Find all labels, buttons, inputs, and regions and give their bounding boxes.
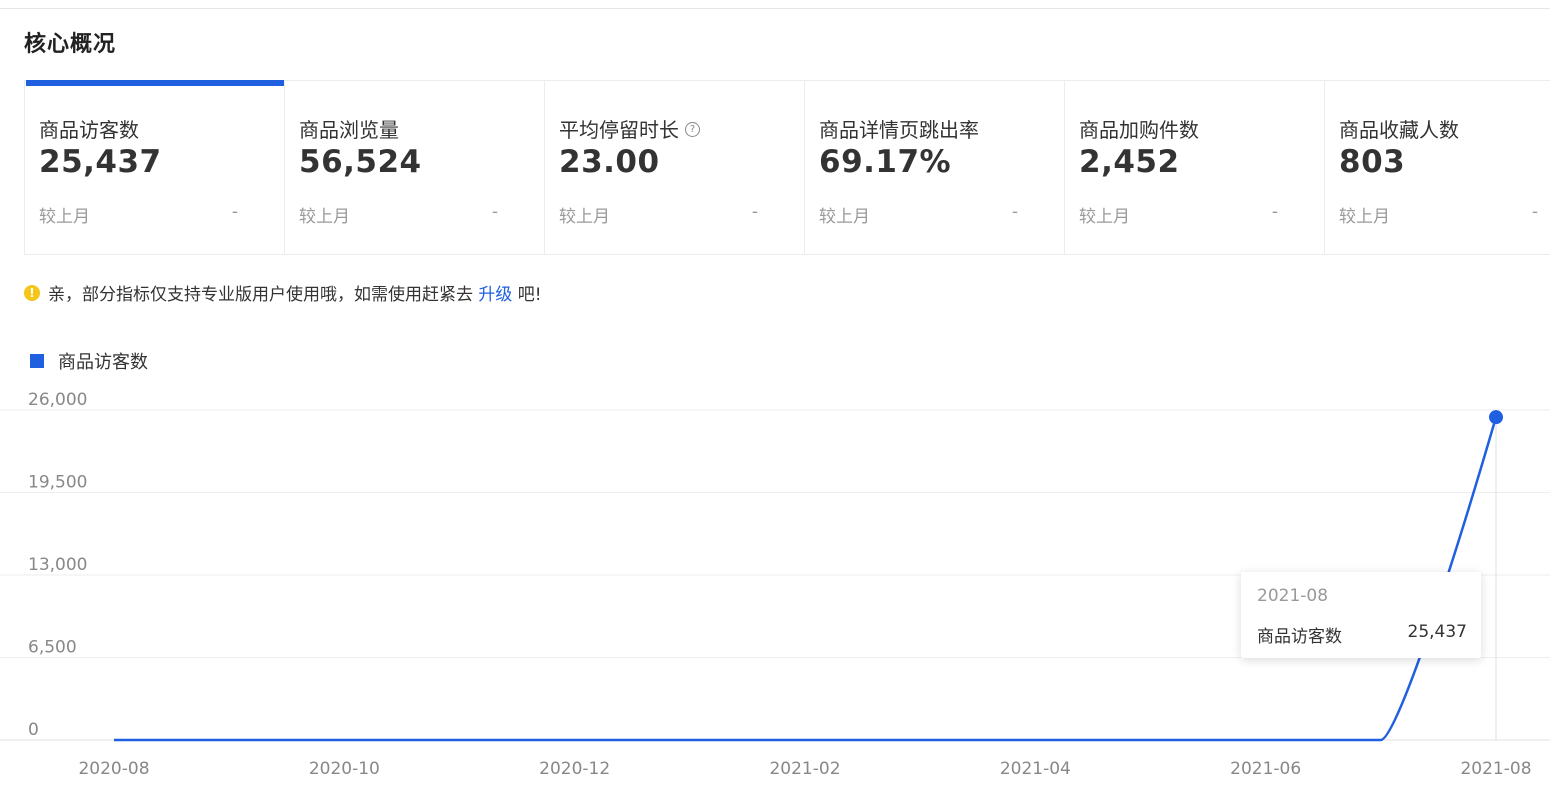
metric-compare-value: - [491, 202, 498, 222]
tooltip-value: 25,437 [1407, 622, 1467, 642]
metric-label: 商品浏览量 [299, 118, 399, 142]
metric-value: 69.17% [819, 144, 952, 180]
x-tick-label: 2021-02 [769, 759, 840, 779]
notice-text-end: 吧! [512, 285, 542, 305]
metric-compare-label: 较上月 [819, 207, 870, 227]
x-tick-label: 2020-12 [539, 759, 610, 779]
metric-card-bounce-rate[interactable]: 商品详情页跳出率 69.17% 较上月 - [804, 80, 1064, 255]
metric-label: 平均停留时长? [559, 114, 700, 143]
metric-value: 23.00 [559, 144, 660, 180]
metric-card-pageviews[interactable]: 商品浏览量 56,524 较上月 - [284, 80, 544, 255]
metric-card-avg-stay[interactable]: 平均停留时长? 23.00 较上月 - [544, 80, 804, 255]
metric-compare-label: 较上月 [299, 207, 350, 227]
metric-compare-label: 较上月 [1339, 207, 1390, 227]
y-tick-label: 19,500 [28, 473, 87, 493]
tooltip-series-name: 商品访客数 [1257, 627, 1342, 647]
legend-swatch [30, 354, 44, 368]
y-tick-label: 0 [28, 720, 39, 740]
tooltip-date: 2021-08 [1257, 586, 1329, 606]
metric-compare-label: 较上月 [39, 207, 90, 227]
chart-tooltip: 2021-08 商品访客数 25,437 [1241, 572, 1481, 658]
x-tick-label: 2020-08 [78, 759, 149, 779]
upgrade-link[interactable]: 升级 [478, 285, 512, 305]
active-indicator [26, 80, 285, 86]
metric-label: 商品访客数 [39, 118, 139, 142]
metric-compare-label: 较上月 [1079, 207, 1130, 227]
top-divider [0, 8, 1550, 9]
metric-cards: 商品访客数 25,437 较上月 - 商品浏览量 56,524 较上月 - 平均… [24, 80, 1550, 256]
metric-compare-value: - [1011, 202, 1018, 222]
warning-circle-icon: ! [24, 285, 40, 301]
x-tick-label: 2021-04 [1000, 759, 1071, 779]
metric-label: 商品收藏人数 [1339, 118, 1459, 142]
data-point [1489, 410, 1503, 425]
metric-card-visitors[interactable]: 商品访客数 25,437 较上月 - [24, 80, 285, 255]
metric-compare-value: - [751, 202, 758, 222]
metric-compare-value: - [231, 202, 238, 222]
metric-value: 803 [1339, 144, 1406, 180]
x-tick-label: 2020-10 [309, 759, 380, 779]
metric-label-text: 平均停留时长 [559, 118, 679, 142]
question-circle-icon[interactable]: ? [685, 122, 700, 137]
metric-compare-value: - [1531, 202, 1538, 222]
x-tick-label: 2021-08 [1460, 759, 1531, 779]
metric-card-favorites[interactable]: 商品收藏人数 803 较上月 - [1324, 80, 1550, 255]
metric-compare-value: - [1271, 202, 1278, 222]
upgrade-notice: ! 亲，部分指标仅支持专业版用户使用哦，如需使用赶紧去 升级 吧! [24, 280, 542, 305]
metric-value: 56,524 [299, 144, 422, 180]
metric-label: 商品加购件数 [1079, 118, 1199, 142]
chart-legend-item[interactable]: 商品访客数 [30, 348, 148, 374]
metric-value: 25,437 [39, 144, 162, 180]
x-tick-label: 2021-06 [1230, 759, 1301, 779]
notice-text: 亲，部分指标仅支持专业版用户使用哦，如需使用赶紧去 [48, 285, 479, 305]
metric-label: 商品详情页跳出率 [819, 118, 979, 142]
metric-value: 2,452 [1079, 144, 1180, 180]
metric-card-add-to-cart[interactable]: 商品加购件数 2,452 较上月 - [1064, 80, 1324, 255]
metric-compare-label: 较上月 [559, 207, 610, 227]
y-tick-label: 26,000 [28, 390, 87, 410]
legend-label: 商品访客数 [58, 352, 148, 373]
y-tick-label: 13,000 [28, 555, 87, 575]
y-tick-label: 6,500 [28, 638, 77, 658]
section-title: 核心概况 [24, 32, 117, 57]
